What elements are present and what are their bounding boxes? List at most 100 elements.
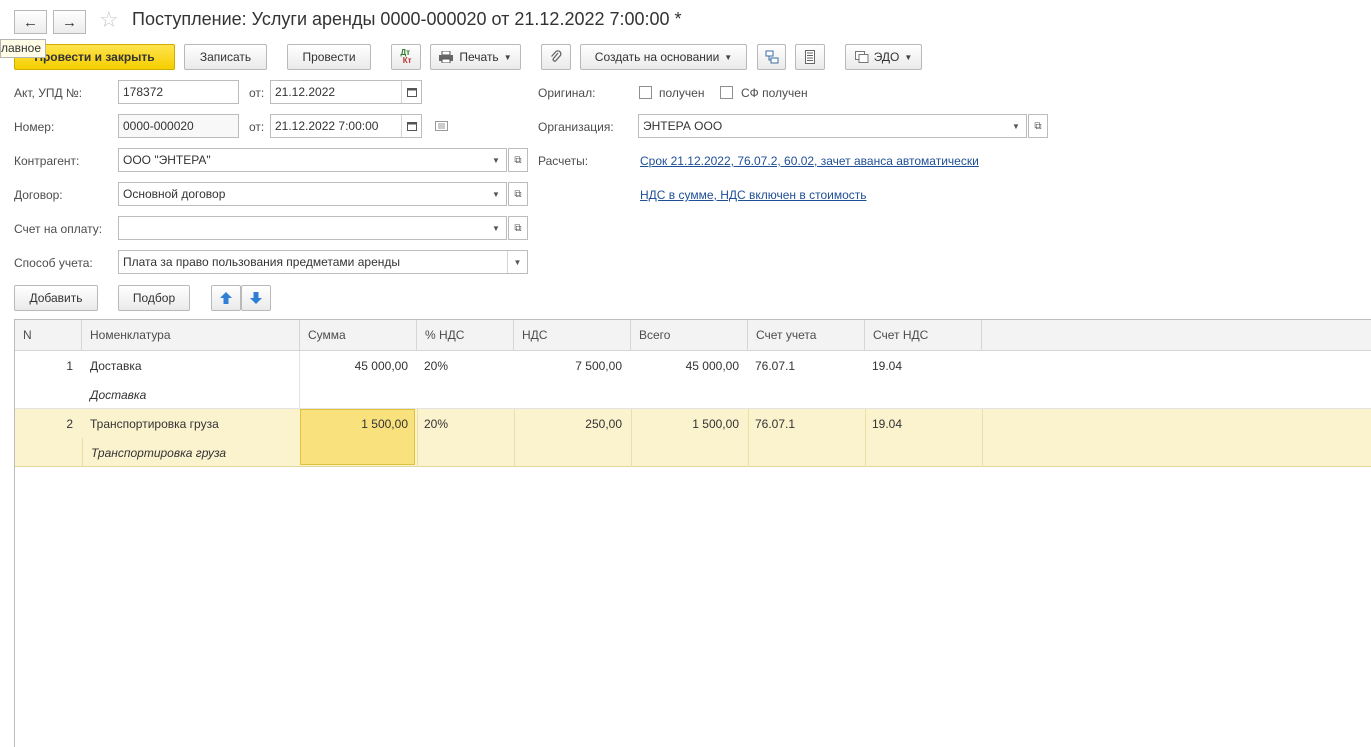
- tooltip: лавное: [0, 39, 47, 58]
- page-title: Поступление: Услуги аренды 0000-000020 о…: [132, 9, 682, 29]
- row-nomenclature[interactable]: Транспортировка груза: [90, 417, 219, 431]
- row-vat[interactable]: 7 500,00: [514, 359, 622, 373]
- act-number-input[interactable]: 178372: [118, 80, 239, 104]
- move-up-button[interactable]: [211, 285, 241, 311]
- arrow-left-icon: ←: [23, 13, 38, 31]
- attach-button[interactable]: [541, 44, 571, 70]
- add-row-button[interactable]: Добавить: [14, 285, 98, 311]
- table-row[interactable]: 2 Транспортировка груза Транспортировка …: [15, 409, 1371, 467]
- row-sum[interactable]: 1 500,00: [300, 417, 408, 431]
- chevron-down-icon: ▼: [724, 52, 733, 62]
- received-checkbox[interactable]: [639, 86, 652, 99]
- forward-button[interactable]: →: [53, 10, 86, 34]
- print-button[interactable]: Печать ▼: [430, 44, 521, 70]
- move-down-button[interactable]: [241, 285, 271, 311]
- row-vat-account[interactable]: 19.04: [872, 359, 902, 373]
- create-based-on-button[interactable]: Создать на основании ▼: [580, 44, 747, 70]
- row-sum[interactable]: 45 000,00: [300, 359, 408, 373]
- number-label: Номер:: [14, 120, 55, 134]
- open-org-button[interactable]: ⧉: [1028, 114, 1048, 138]
- contract-label: Договор:: [14, 188, 63, 202]
- vat-link[interactable]: НДС в сумме, НДС включен в стоимость: [640, 188, 867, 202]
- received-label: получен: [659, 86, 705, 100]
- column-header-vat[interactable]: НДС: [514, 320, 631, 351]
- open-icon: ⧉: [514, 154, 522, 166]
- method-select[interactable]: Плата за право пользования предметами ар…: [118, 250, 528, 274]
- chevron-down-icon: ▼: [503, 52, 512, 62]
- org-input[interactable]: ЭНТЕРА ООО ▼: [638, 114, 1027, 138]
- invoice-input[interactable]: ▼: [118, 216, 507, 240]
- invoice-label: Счет на оплату:: [14, 222, 103, 236]
- chevron-down-icon: ▼: [904, 52, 913, 62]
- column-header-nomenclature[interactable]: Номенклатура: [82, 320, 300, 351]
- act-date-input[interactable]: 21.12.2022: [270, 80, 422, 104]
- list-icon: [805, 50, 815, 64]
- method-label: Способ учета:: [14, 256, 93, 270]
- chevron-down-icon[interactable]: ▼: [486, 217, 506, 239]
- row-vat-account[interactable]: 19.04: [872, 417, 902, 431]
- sf-received-label: СФ получен: [741, 86, 808, 100]
- open-contractor-button[interactable]: ⧉: [508, 148, 528, 172]
- favorite-star-icon[interactable]: ☆: [99, 7, 119, 33]
- column-header-total[interactable]: Всего: [631, 320, 748, 351]
- chevron-down-icon[interactable]: ▼: [1006, 115, 1026, 137]
- structure-button[interactable]: [757, 44, 786, 70]
- row-content[interactable]: Транспортировка груза: [91, 446, 226, 460]
- register-button[interactable]: [795, 44, 825, 70]
- row-vat-rate[interactable]: 20%: [424, 417, 448, 431]
- open-invoice-button[interactable]: ⧉: [508, 216, 528, 240]
- save-button[interactable]: Записать: [184, 44, 267, 70]
- pick-button[interactable]: Подбор: [118, 285, 190, 311]
- column-header-vat-rate[interactable]: % НДС: [417, 320, 514, 351]
- act-label: Акт, УПД №:: [14, 86, 83, 100]
- method-value: Плата за право пользования предметами ар…: [123, 255, 400, 269]
- contractor-input[interactable]: ООО "ЭНТЕРА" ▼: [118, 148, 507, 172]
- number-date-label: от:: [249, 120, 265, 134]
- column-header-empty: [982, 320, 1371, 351]
- edo-button[interactable]: ЭДО ▼: [845, 44, 922, 70]
- items-table: N Номенклатура Сумма % НДС НДС Всего Сче…: [14, 319, 1371, 747]
- row-account[interactable]: 76.07.1: [755, 359, 795, 373]
- calendar-icon[interactable]: [401, 115, 421, 137]
- edo-icon: [854, 51, 869, 63]
- contractor-label: Контрагент:: [14, 154, 80, 168]
- number-date-input[interactable]: 21.12.2022 7:00:00: [270, 114, 422, 138]
- column-header-n[interactable]: N: [15, 320, 82, 351]
- history-icon[interactable]: [435, 121, 448, 131]
- structure-icon: [765, 50, 779, 64]
- sf-received-checkbox[interactable]: [720, 86, 733, 99]
- row-account[interactable]: 76.07.1: [755, 417, 795, 431]
- column-header-account[interactable]: Счет учета: [748, 320, 865, 351]
- back-button[interactable]: ←: [14, 10, 47, 34]
- contract-input[interactable]: Основной договор ▼: [118, 182, 507, 206]
- chevron-down-icon[interactable]: ▼: [486, 183, 506, 205]
- create-based-label: Создать на основании: [594, 50, 720, 64]
- paperclip-icon: [550, 50, 562, 64]
- act-date-value: 21.12.2022: [275, 85, 336, 99]
- dt-kt-button[interactable]: Дт Кт: [391, 44, 421, 70]
- row-nomenclature[interactable]: Доставка: [90, 359, 142, 373]
- chevron-down-icon[interactable]: ▼: [507, 251, 527, 273]
- row-content[interactable]: Доставка: [90, 388, 146, 402]
- column-header-sum[interactable]: Сумма: [300, 320, 417, 351]
- edo-label: ЭДО: [873, 50, 900, 64]
- post-button[interactable]: Провести: [287, 44, 371, 70]
- row-total[interactable]: 45 000,00: [631, 359, 739, 373]
- settlements-link[interactable]: Срок 21.12.2022, 76.07.2, 60.02, зачет а…: [640, 154, 979, 168]
- table-row[interactable]: 1 Доставка Доставка 45 000,00 20% 7 500,…: [15, 351, 1371, 409]
- arrow-right-icon: →: [62, 13, 77, 31]
- row-vat[interactable]: 250,00: [514, 417, 622, 431]
- settlements-label: Расчеты:: [538, 154, 589, 168]
- number-input[interactable]: 0000-000020: [118, 114, 239, 138]
- open-contract-button[interactable]: ⧉: [508, 182, 528, 206]
- printer-icon: [439, 51, 454, 63]
- row-total[interactable]: 1 500,00: [631, 417, 739, 431]
- column-header-vat-account[interactable]: Счет НДС: [865, 320, 982, 351]
- calendar-icon[interactable]: [401, 81, 421, 103]
- original-label: Оригинал:: [538, 86, 596, 100]
- org-label: Организация:: [538, 120, 614, 134]
- open-icon: ⧉: [514, 188, 522, 200]
- chevron-down-icon[interactable]: ▼: [486, 149, 506, 171]
- contract-value: Основной договор: [123, 187, 226, 201]
- row-vat-rate[interactable]: 20%: [424, 359, 448, 373]
